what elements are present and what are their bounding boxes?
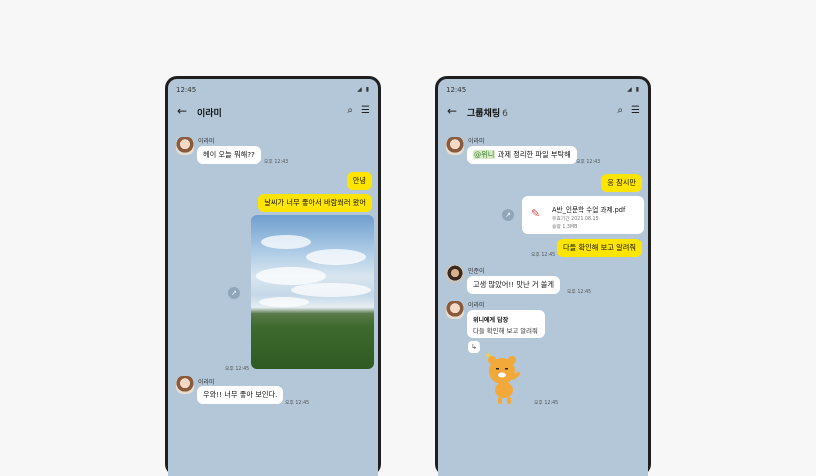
search-icon[interactable]: ⌕ <box>617 105 623 116</box>
chat-screen: 12:45 ◢ ▮ ← 그룹채팅 6 ⌕ ☰ 이라미 @위니 과제 정리한 파일 부… <box>438 79 648 476</box>
file-name: A반_인문학 수업 과제.pdf <box>552 206 626 214</box>
menu-icon[interactable]: ☰ <box>631 105 640 116</box>
status-icons: ◢ ▮ <box>357 86 370 93</box>
message-time: 오후 12:45 <box>534 401 559 406</box>
chat-title: 이라미 <box>197 109 222 119</box>
chat-screen: 12:45 ◢ ▮ ← 이라미 ⌕ ☰ 이라미 헤이 오늘 뭐해?? 오후 12:… <box>168 79 378 476</box>
message-bubble[interactable]: 고생 많았어!! 맛난 거 쏠게 <box>467 276 561 294</box>
mention-tag[interactable]: @위니 <box>473 150 496 159</box>
reply-icon[interactable]: ↳ <box>468 341 480 353</box>
reply-title: 위니에게 답장 <box>473 317 509 324</box>
reply-text: 다들 확인해 보고 알려줘 <box>473 327 538 335</box>
sender-name: 이라미 <box>468 138 485 145</box>
status-icons: ◢ ▮ <box>627 86 640 93</box>
chat-header: ← 이라미 ⌕ ☰ <box>168 101 378 125</box>
file-size: 용량 1.3MB <box>552 225 578 230</box>
back-arrow-icon[interactable]: ← <box>447 104 457 118</box>
sender-name: 이라미 <box>198 379 215 386</box>
message-bubble[interactable]: 헤이 오늘 뭐해?? <box>197 146 261 164</box>
my-message-bubble[interactable]: 다들 확인해 보고 알려줘 <box>557 239 642 257</box>
photo-message[interactable] <box>251 215 374 369</box>
ryan-sticker[interactable]: ✦ <box>482 347 532 407</box>
my-message-bubble[interactable]: 날씨가 너무 좋아서 바람쐬러 왔어 <box>258 194 372 212</box>
file-message[interactable]: ✎ A반_인문학 수업 과제.pdf 유효기간 2021.08.15 용량 1.… <box>522 196 644 234</box>
menu-icon[interactable]: ☰ <box>361 105 370 116</box>
status-bar: 12:45 ◢ ▮ <box>176 86 370 96</box>
status-time: 12:45 <box>176 86 197 94</box>
avatar[interactable] <box>176 376 194 394</box>
message-bubble[interactable]: 우와!! 너무 좋아 보인다. <box>197 386 284 404</box>
reply-message[interactable]: 위니에게 답장 다들 확인해 보고 알려줘 <box>467 310 545 338</box>
chat-title: 그룹채팅 6 <box>467 106 508 119</box>
message-time: 오후 12:45 <box>567 290 592 295</box>
my-message-bubble[interactable]: 응 잠시만 <box>601 174 642 192</box>
sender-name: 민준이 <box>468 268 485 275</box>
status-bar: 12:45 ◢ ▮ <box>446 86 640 96</box>
phone-right: 12:45 ◢ ▮ ← 그룹채팅 6 ⌕ ☰ 이라미 @위니 과제 정리한 파일 부… <box>435 76 651 476</box>
share-icon[interactable]: ↗ <box>502 209 514 221</box>
avatar[interactable] <box>446 301 464 319</box>
message-time: 오후 12:45 <box>285 401 310 406</box>
avatar[interactable] <box>446 265 464 283</box>
file-expiry: 유효기간 2021.08.15 <box>552 217 599 222</box>
chat-title-text: 그룹채팅 <box>467 109 501 119</box>
message-time: 오후 12:43 <box>264 160 289 165</box>
message-bubble[interactable]: @위니 과제 정리한 파일 부탁해 <box>467 146 577 164</box>
phone-left: 12:45 ◢ ▮ ← 이라미 ⌕ ☰ 이라미 헤이 오늘 뭐해?? 오후 12:… <box>165 76 381 476</box>
back-arrow-icon[interactable]: ← <box>177 104 187 118</box>
message-time: 오후 12:45 <box>225 367 250 372</box>
pdf-icon: ✎ <box>531 207 541 220</box>
message-time: 오후 12:43 <box>576 160 601 165</box>
avatar[interactable] <box>446 137 464 155</box>
member-count: 6 <box>502 109 508 119</box>
share-icon[interactable]: ↗ <box>228 287 240 299</box>
my-message-bubble[interactable]: 안녕 <box>346 172 372 190</box>
sender-name: 이라미 <box>198 138 215 145</box>
avatar[interactable] <box>176 137 194 155</box>
chat-header: ← 그룹채팅 6 ⌕ ☰ <box>438 101 648 125</box>
status-time: 12:45 <box>446 86 467 94</box>
message-text: 과제 정리한 파일 부탁해 <box>495 150 571 159</box>
search-icon[interactable]: ⌕ <box>347 105 353 116</box>
sender-name: 이라미 <box>468 302 485 309</box>
message-time: 오후 12:45 <box>531 253 556 258</box>
